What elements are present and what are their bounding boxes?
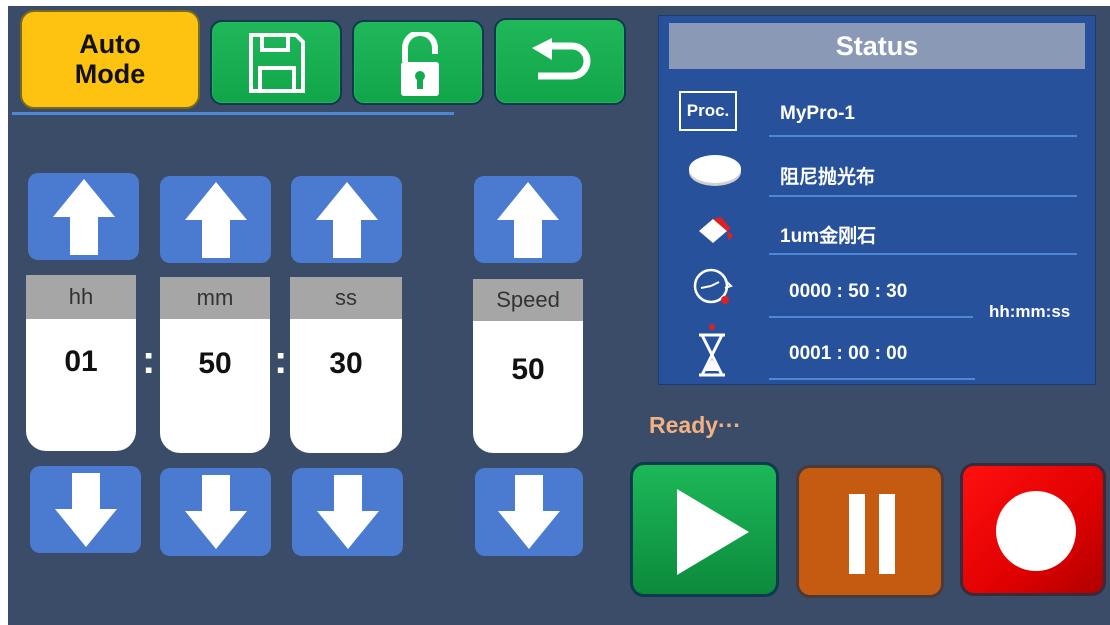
colon-separator: : — [274, 338, 288, 382]
abrasive-icon — [697, 213, 735, 252]
hourglass-icon — [697, 323, 727, 384]
arrow-down-icon — [184, 475, 247, 549]
hh-down-button[interactable] — [30, 466, 141, 553]
speed-label: Speed — [473, 279, 583, 321]
hh-up-button[interactable] — [28, 173, 139, 260]
speed-up-button[interactable] — [474, 176, 582, 263]
underline — [769, 253, 1077, 255]
speed-value: 50 — [511, 353, 545, 386]
underline — [769, 316, 973, 318]
speed-field[interactable]: Speed 50 — [473, 279, 583, 453]
proc-badge: Proc. — [679, 91, 737, 131]
total-time: 0001 : 00 : 00 — [789, 343, 908, 364]
return-icon — [530, 38, 594, 93]
run-state-text: Ready··· — [649, 412, 742, 438]
start-button[interactable] — [630, 462, 779, 597]
play-icon — [673, 485, 753, 584]
unlock-button[interactable] — [352, 20, 484, 105]
pause-button[interactable] — [796, 465, 944, 598]
arrow-up-icon — [315, 181, 378, 258]
ss-up-button[interactable] — [291, 176, 402, 263]
auto-mode-button[interactable]: Auto Mode — [20, 10, 200, 109]
ss-field[interactable]: ss 30 — [290, 277, 402, 453]
status-panel: Status Proc. MyPro-1 阻尼抛光布 1um金刚石 0000:… — [658, 15, 1096, 385]
hh-label: hh — [26, 275, 136, 319]
arrow-down-icon — [316, 475, 379, 549]
stop-icon — [995, 490, 1077, 577]
ss-value: 30 — [329, 347, 363, 380]
hh-value: 01 — [64, 345, 98, 378]
ss-label: ss — [290, 277, 402, 319]
elapsed-time: 0000 : 50 : 30 — [789, 281, 908, 302]
speed-down-button[interactable] — [475, 468, 583, 556]
arrow-up-icon — [184, 181, 247, 258]
auto-mode-label-line2: Mode — [74, 58, 146, 89]
unlock-icon — [399, 30, 441, 103]
auto-mode-label-line1: Auto — [79, 28, 141, 59]
mm-value: 50 — [198, 347, 232, 380]
hh-field[interactable]: hh 01 — [26, 275, 136, 451]
save-icon — [248, 32, 306, 99]
pause-icon — [849, 494, 895, 579]
elapsed-timer-icon — [691, 266, 735, 313]
mm-field[interactable]: mm 50 — [160, 277, 270, 453]
arrow-down-icon — [498, 475, 560, 549]
hmi-screen: Auto Mode hh 01: mm 50: ss 30 Speed 50… — [8, 6, 1110, 625]
status-title: Status — [669, 23, 1085, 69]
arrow-up-icon — [52, 178, 115, 255]
mm-down-button[interactable] — [160, 468, 271, 556]
arrow-down-icon — [54, 472, 117, 547]
save-button[interactable] — [210, 20, 342, 105]
mm-up-button[interactable] — [160, 176, 271, 263]
program-name: MyPro-1 — [780, 103, 855, 124]
pad-name: 阻尼抛光布 — [780, 167, 876, 188]
abrasive-name: 1um金刚石 — [780, 226, 877, 247]
ss-down-button[interactable] — [292, 468, 403, 556]
return-button[interactable] — [494, 18, 626, 105]
toolbar-divider — [12, 112, 454, 115]
underline — [769, 135, 1077, 137]
colon-separator: : — [142, 338, 156, 382]
mm-label: mm — [160, 277, 270, 319]
polishing-pad-icon — [687, 152, 743, 193]
underline — [769, 195, 1077, 197]
stop-button[interactable] — [960, 463, 1106, 596]
underline — [769, 378, 975, 380]
time-format-label: hh:mm:ss — [989, 302, 1071, 321]
arrow-up-icon — [497, 181, 559, 258]
